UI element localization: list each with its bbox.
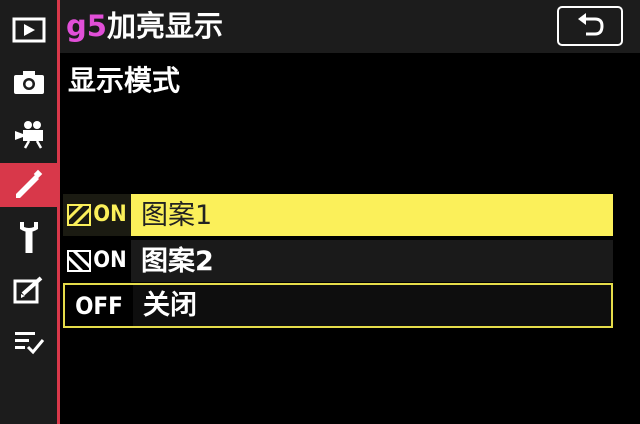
- play-icon: [12, 17, 45, 43]
- checklist-icon: [14, 332, 44, 355]
- sidebar-item-movie-shooting[interactable]: [0, 112, 57, 156]
- option-label: 关闭: [143, 290, 197, 321]
- option-badge: ON: [63, 240, 131, 282]
- sidebar-item-custom-settings[interactable]: [0, 163, 57, 207]
- menu-code: g5: [66, 9, 107, 43]
- sidebar-divider: [57, 0, 60, 424]
- option-badge: OFF: [65, 285, 133, 326]
- movie-camera-icon: [14, 121, 43, 149]
- option-badge-text: OFF: [75, 291, 123, 320]
- option-pattern-1[interactable]: ON 图案1: [63, 194, 613, 236]
- section-title: 显示模式: [68, 64, 181, 97]
- sidebar-item-retouch[interactable]: [0, 268, 57, 312]
- sidebar-item-photo-shooting[interactable]: [0, 60, 57, 104]
- option-badge: ON: [63, 194, 131, 236]
- option-pattern-2[interactable]: ON 图案2: [63, 240, 613, 282]
- back-button[interactable]: [557, 6, 623, 46]
- return-arrow-icon: [578, 13, 604, 36]
- wrench-icon: [19, 222, 38, 253]
- option-badge-text: ON: [93, 202, 127, 227]
- menu-title: 加亮显示: [106, 9, 223, 43]
- option-off[interactable]: OFF 关闭: [63, 283, 613, 328]
- page-title: g5加亮显示: [66, 6, 223, 46]
- menu-sidebar: [0, 0, 57, 424]
- option-label: 图案1: [141, 199, 213, 231]
- sidebar-item-setup[interactable]: [0, 215, 57, 259]
- camera-icon: [13, 71, 44, 94]
- option-label: 图案2: [141, 245, 214, 277]
- retouch-icon: [13, 276, 42, 304]
- hatch-pattern-2-icon: [67, 250, 92, 272]
- sidebar-item-my-menu[interactable]: [0, 320, 57, 364]
- sidebar-item-playback[interactable]: [0, 8, 57, 52]
- pencil-icon: [15, 169, 42, 198]
- hatch-pattern-1-icon: [67, 204, 92, 226]
- option-badge-text: ON: [93, 248, 127, 273]
